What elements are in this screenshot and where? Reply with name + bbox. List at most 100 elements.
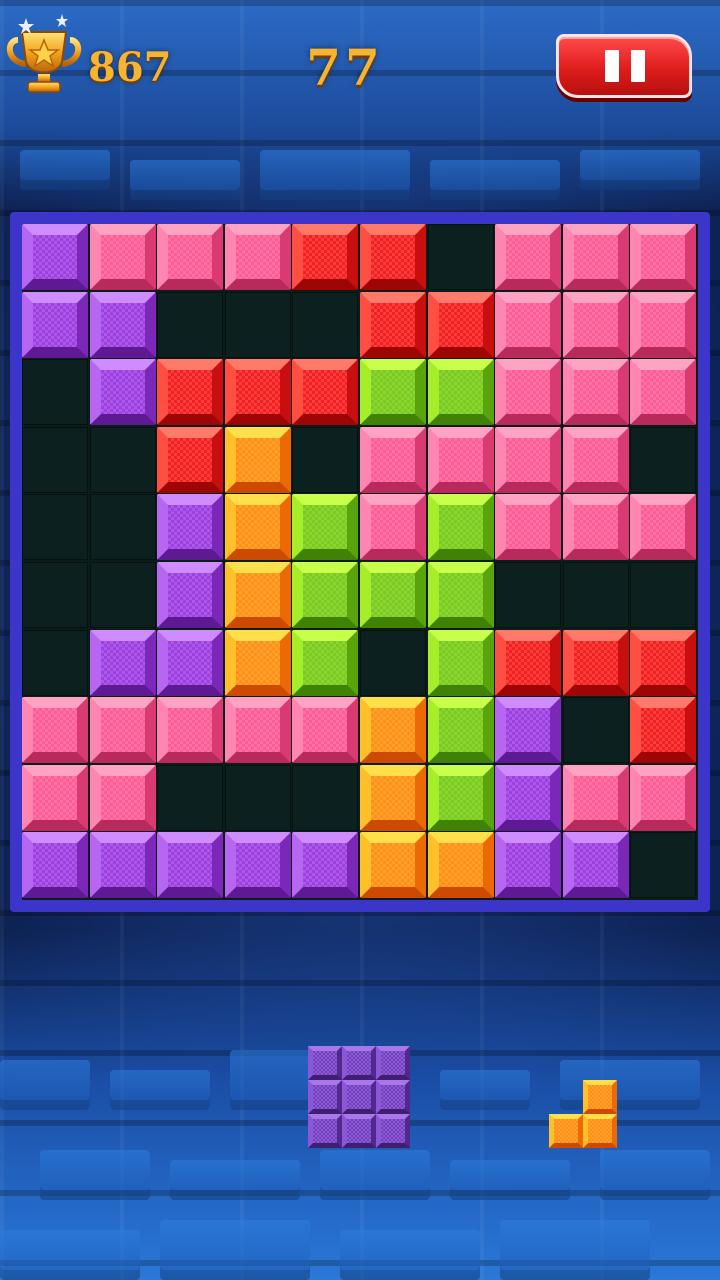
board-cell-red[interactable] — [157, 427, 223, 493]
board-cell-pink[interactable] — [630, 494, 696, 560]
board-cell-pink[interactable] — [22, 697, 88, 763]
board-cell-pink[interactable] — [630, 292, 696, 358]
board-cell-purple[interactable] — [563, 832, 629, 898]
board-cell-purple[interactable] — [157, 494, 223, 560]
board-cell-orange[interactable] — [225, 562, 291, 628]
board-cell-red[interactable] — [157, 359, 223, 425]
board-cell-green[interactable] — [428, 630, 494, 696]
board-cell-purple[interactable] — [225, 832, 291, 898]
board-cell-green[interactable] — [292, 630, 358, 696]
board-cell-purple[interactable] — [157, 832, 223, 898]
board-cell-pink[interactable] — [630, 224, 696, 290]
board-cell-empty[interactable] — [22, 359, 88, 425]
board-cell-purple[interactable] — [90, 630, 156, 696]
board-cell-empty[interactable] — [360, 630, 426, 696]
board-cell-purple[interactable] — [157, 630, 223, 696]
board-cell-empty[interactable] — [292, 292, 358, 358]
board-cell-pink[interactable] — [360, 494, 426, 560]
board-cell-green[interactable] — [292, 494, 358, 560]
board-cell-green[interactable] — [428, 697, 494, 763]
board-cell-red[interactable] — [495, 630, 561, 696]
board-cell-pink[interactable] — [90, 765, 156, 831]
board-cell-pink[interactable] — [428, 427, 494, 493]
board-cell-empty[interactable] — [90, 427, 156, 493]
board-cell-pink[interactable] — [292, 697, 358, 763]
board-cell-empty[interactable] — [630, 832, 696, 898]
board-cell-pink[interactable] — [225, 224, 291, 290]
board-cell-orange[interactable] — [428, 832, 494, 898]
board-cell-red[interactable] — [630, 630, 696, 696]
board-cell-empty[interactable] — [22, 494, 88, 560]
board-cell-empty[interactable] — [292, 765, 358, 831]
pause-button[interactable] — [556, 34, 692, 98]
board-cell-purple[interactable] — [157, 562, 223, 628]
board-cell-empty[interactable] — [292, 427, 358, 493]
board-cell-pink[interactable] — [563, 765, 629, 831]
board-cell-pink[interactable] — [495, 224, 561, 290]
board-cell-purple[interactable] — [90, 359, 156, 425]
board-cell-pink[interactable] — [495, 359, 561, 425]
board-cell-empty[interactable] — [22, 562, 88, 628]
board-cell-empty[interactable] — [630, 427, 696, 493]
board-cell-purple[interactable] — [22, 224, 88, 290]
board-cell-empty[interactable] — [225, 292, 291, 358]
board-cell-orange[interactable] — [360, 832, 426, 898]
board-cell-red[interactable] — [428, 292, 494, 358]
board-cell-green[interactable] — [292, 562, 358, 628]
board-cell-pink[interactable] — [90, 697, 156, 763]
board-cell-empty[interactable] — [22, 630, 88, 696]
board-cell-empty[interactable] — [563, 562, 629, 628]
board-cell-green[interactable] — [360, 562, 426, 628]
board-cell-pink[interactable] — [630, 359, 696, 425]
board-cell-orange[interactable] — [225, 630, 291, 696]
board-cell-purple[interactable] — [22, 832, 88, 898]
board-cell-purple[interactable] — [90, 292, 156, 358]
board-cell-pink[interactable] — [563, 359, 629, 425]
board-cell-orange[interactable] — [225, 494, 291, 560]
board-cell-red[interactable] — [225, 359, 291, 425]
board-cell-pink[interactable] — [630, 765, 696, 831]
board-cell-empty[interactable] — [90, 494, 156, 560]
board-cell-purple[interactable] — [495, 765, 561, 831]
board-cell-pink[interactable] — [563, 224, 629, 290]
board-cell-green[interactable] — [428, 765, 494, 831]
board-cell-red[interactable] — [630, 697, 696, 763]
game-board[interactable] — [22, 224, 698, 900]
board-cell-pink[interactable] — [563, 292, 629, 358]
board-cell-empty[interactable] — [225, 765, 291, 831]
board-cell-empty[interactable] — [495, 562, 561, 628]
board-cell-pink[interactable] — [90, 224, 156, 290]
board-cell-red[interactable] — [563, 630, 629, 696]
board-cell-purple[interactable] — [292, 832, 358, 898]
board-cell-orange[interactable] — [360, 697, 426, 763]
board-cell-empty[interactable] — [90, 562, 156, 628]
board-cell-red[interactable] — [292, 224, 358, 290]
board-cell-pink[interactable] — [360, 427, 426, 493]
board-cell-orange[interactable] — [225, 427, 291, 493]
board-cell-empty[interactable] — [563, 697, 629, 763]
board-cell-purple[interactable] — [495, 697, 561, 763]
board-cell-empty[interactable] — [428, 224, 494, 290]
board-cell-pink[interactable] — [495, 292, 561, 358]
board-cell-red[interactable] — [360, 292, 426, 358]
board-cell-green[interactable] — [428, 562, 494, 628]
board-cell-orange[interactable] — [360, 765, 426, 831]
board-cell-empty[interactable] — [157, 292, 223, 358]
board-cell-red[interactable] — [360, 224, 426, 290]
board-cell-green[interactable] — [428, 494, 494, 560]
board-cell-empty[interactable] — [157, 765, 223, 831]
board-cell-pink[interactable] — [225, 697, 291, 763]
board-cell-empty[interactable] — [630, 562, 696, 628]
board-cell-pink[interactable] — [495, 494, 561, 560]
board-cell-red[interactable] — [292, 359, 358, 425]
board-cell-pink[interactable] — [563, 427, 629, 493]
board-cell-empty[interactable] — [22, 427, 88, 493]
board-cell-pink[interactable] — [563, 494, 629, 560]
board-cell-purple[interactable] — [22, 292, 88, 358]
board-cell-green[interactable] — [360, 359, 426, 425]
board-cell-pink[interactable] — [157, 697, 223, 763]
board-cell-pink[interactable] — [157, 224, 223, 290]
board-cell-pink[interactable] — [22, 765, 88, 831]
board-cell-green[interactable] — [428, 359, 494, 425]
board-cell-purple[interactable] — [90, 832, 156, 898]
